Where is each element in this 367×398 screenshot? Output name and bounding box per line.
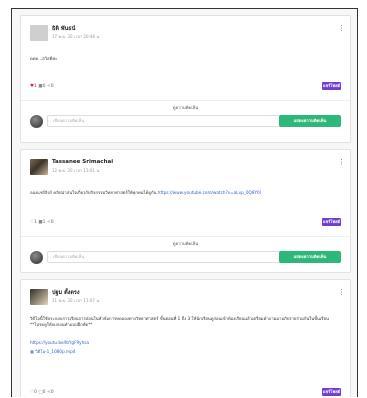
- post-comment-button[interactable]: แสดงความคิดเห็น: [279, 115, 341, 127]
- share-button[interactable]: แชร์โพสต์: [322, 388, 341, 396]
- post-comment-button[interactable]: แสดงความคิดเห็น: [279, 251, 341, 263]
- share-button[interactable]: แชร์โพสต์: [322, 82, 341, 90]
- post-body: วิดีโอนี้ใช้ประกอบการเรียนการสอนในหัวข้อ…: [30, 316, 329, 327]
- author-name[interactable]: Tassanee Srimachai: [52, 159, 113, 165]
- author-avatar[interactable]: [30, 289, 48, 305]
- post-time: 12 พ.ค. 20 เวลา 13:01 น.: [52, 168, 101, 173]
- like-count: 1: [34, 220, 37, 225]
- post-time: 17 พ.ค. 20 เวลา 20:48 น.: [52, 34, 101, 39]
- file-icon: ▦: [30, 349, 34, 354]
- like-count: 1: [34, 84, 37, 89]
- post-time: 11 พ.ค. 20 เวลา 11:07 น.: [52, 298, 101, 303]
- comment-count: 1: [42, 220, 46, 225]
- post-link[interactable]: https://youtu.be/IbYgF9yhsa: [30, 340, 338, 346]
- more-options-icon[interactable]: ⋮: [338, 289, 345, 296]
- share-count: 0: [50, 390, 54, 395]
- divider: [21, 100, 350, 101]
- comments-title[interactable]: ดูความคิดเห็น: [21, 240, 350, 247]
- current-user-avatar: [30, 115, 43, 128]
- share-button[interactable]: แชร์โพสต์: [322, 218, 341, 226]
- more-options-icon[interactable]: ⋮: [338, 159, 345, 166]
- share-count: 0: [50, 84, 54, 89]
- attachment-name[interactable]: วิดีโอ-1_1080p.mp4: [35, 349, 75, 354]
- author-name[interactable]: ธิติ พันธน์: [52, 25, 75, 33]
- post-link-text[interactable]: https://youtu.be/IbYgF9yhsa: [30, 340, 89, 345]
- comment-input[interactable]: เขียนความคิดเห็น: [47, 115, 280, 127]
- comment-count: 0: [42, 390, 46, 395]
- author-avatar[interactable]: [30, 159, 48, 175]
- author-avatar[interactable]: [30, 25, 48, 41]
- feed-frame: ธิติ พันธน์ 17 พ.ค. 20 เวลา 20:48 น. ⋮ ด…: [11, 8, 358, 397]
- more-options-icon[interactable]: ⋮: [338, 25, 345, 32]
- post-link[interactable]: https://www.youtube.com/watch?v=aLvp_0Q8…: [158, 190, 261, 195]
- post-stats: ♡0 □0 <0: [30, 390, 54, 395]
- post-card: Tassanee Srimachai 12 พ.ค. 20 เวลา 13:01…: [20, 149, 351, 273]
- post-text: ลองแชร์ลิงก์ คลิปน่าสนใจเกี่ยวกับกิจกรรม…: [30, 190, 158, 195]
- comment-count: 0: [42, 84, 46, 89]
- current-user-avatar: [30, 251, 43, 264]
- like-count: 0: [34, 390, 37, 395]
- post-body: ดดด...สวัสดีค่ะ: [30, 56, 58, 61]
- attachment[interactable]: ▦ วิดีโอ-1_1080p.mp4: [30, 348, 75, 355]
- author-name[interactable]: ปฐม ตั้งตรง: [52, 289, 80, 297]
- post-stats: ♥1 ■0 <0: [30, 84, 54, 89]
- post-card: ปฐม ตั้งตรง 11 พ.ค. 20 เวลา 11:07 น. ⋮ ว…: [20, 279, 351, 397]
- comment-input[interactable]: เขียนความคิดเห็น: [47, 251, 280, 263]
- post-body: ลองแชร์ลิงก์ คลิปน่าสนใจเกี่ยวกับกิจกรรม…: [30, 190, 338, 196]
- post-card: ธิติ พันธน์ 17 พ.ค. 20 เวลา 20:48 น. ⋮ ด…: [20, 15, 351, 143]
- post-stats: ♡1 ■1 <0: [30, 220, 54, 225]
- share-count: 0: [50, 220, 54, 225]
- comments-title[interactable]: ดูความคิดเห็น: [21, 104, 350, 111]
- divider: [21, 236, 350, 237]
